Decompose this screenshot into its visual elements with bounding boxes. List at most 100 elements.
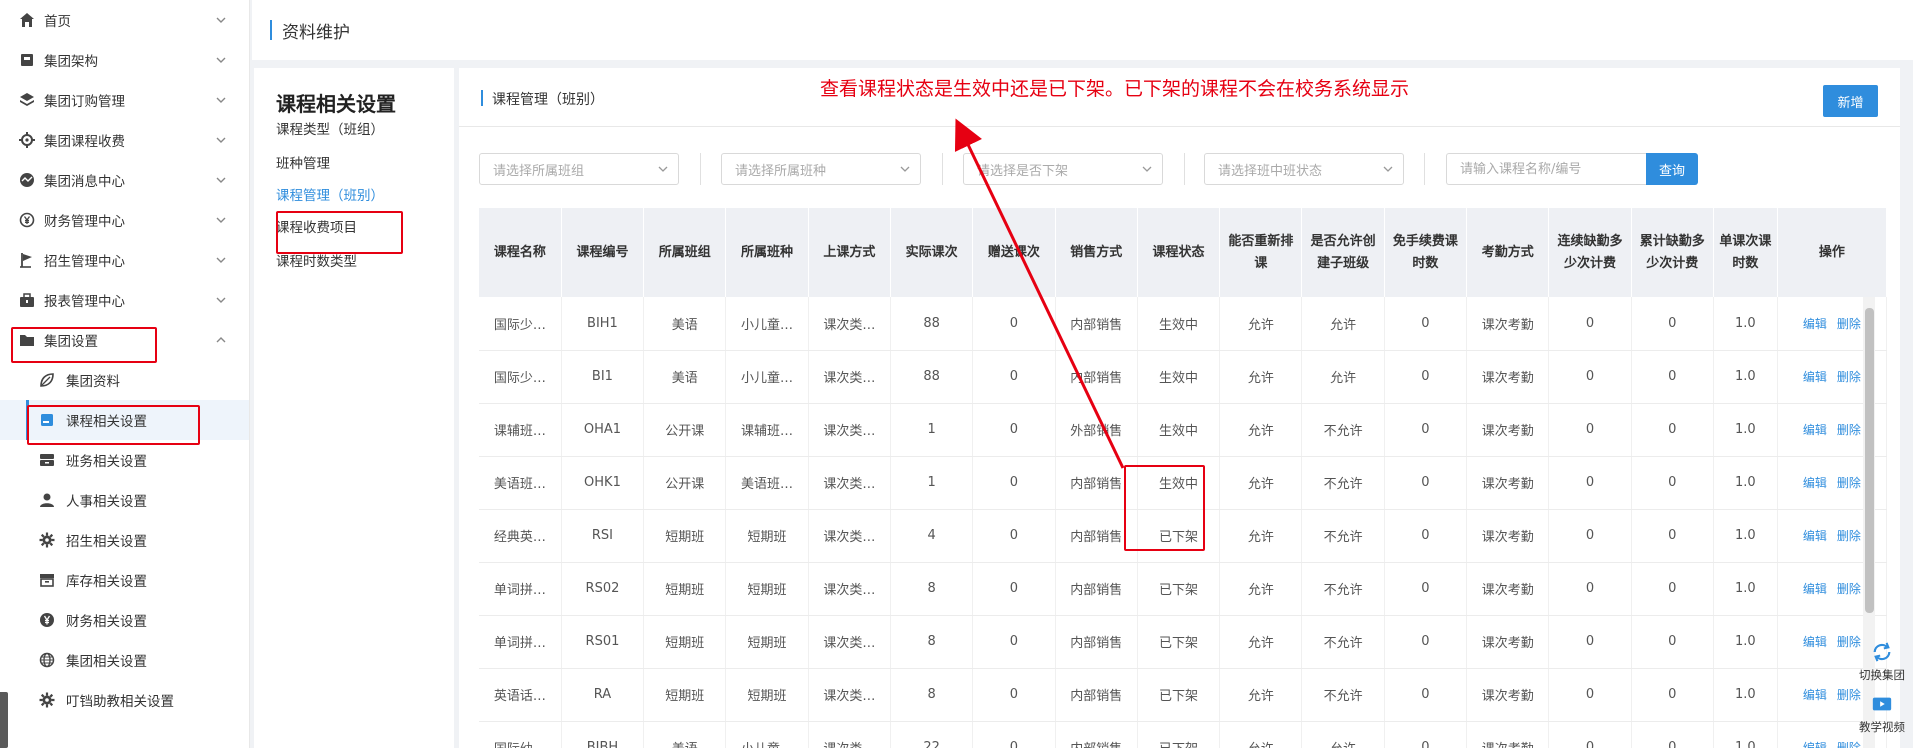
settings-item-course-type[interactable]: 课程类型（班组） [276, 118, 384, 138]
table-cell: 1 [890, 456, 974, 510]
delete-link[interactable]: 删除 [1837, 741, 1861, 748]
delete-link[interactable]: 删除 [1837, 529, 1861, 543]
edit-link[interactable]: 编辑 [1803, 635, 1827, 649]
table-cell: 课次考勤 [1466, 297, 1550, 351]
delete-link[interactable]: 删除 [1837, 317, 1861, 331]
table-cell: 0 [1384, 509, 1468, 563]
table-cell: 0 [1631, 721, 1714, 748]
sidebar-item-8[interactable]: 集团设置 [0, 320, 249, 360]
sidebar-subitem-0[interactable]: 集团资料 [0, 360, 249, 400]
user-icon [38, 491, 56, 509]
column-header: 实际课次 [890, 208, 974, 297]
filter-sub-class-status[interactable]: 请选择班中班状态 [1204, 153, 1404, 185]
edit-link[interactable]: 编辑 [1803, 529, 1827, 543]
table-cell: 短期班 [643, 668, 727, 722]
table-cell: RSI [561, 509, 645, 563]
table-cell: BJBH [561, 721, 645, 748]
table-cell: 已下架 [1137, 562, 1221, 616]
settings-item-class-type[interactable]: 班种管理 [276, 152, 330, 172]
sidebar-item-7[interactable]: 报表管理中心 [0, 280, 249, 320]
column-header: 单课次课时数 [1713, 208, 1778, 297]
table-cell: 不允许 [1301, 456, 1385, 510]
sidebar-item-4[interactable]: 集团消息中心 [0, 160, 249, 200]
column-header: 课程名称 [479, 208, 562, 297]
sidebar-subitem-2[interactable]: 班务相关设置 [0, 440, 249, 480]
sidebar-subitem-8[interactable]: 叮铛助教相关设置 [0, 680, 249, 720]
table-cell: RS01 [561, 615, 645, 669]
table-cell: 生效中 [1137, 350, 1221, 404]
table-row[interactable]: 单词拼… RS01 短期班 短期班 课次类… 8 0 内部销售 已下架 允许 不允许 0 课次考勤 0 0 1… [479, 615, 1887, 669]
table-cell: 不允许 [1301, 403, 1385, 457]
scrollbar-thumb[interactable] [1865, 308, 1874, 613]
sidebar-item-5[interactable]: 财务管理中心 [0, 200, 249, 240]
delete-link[interactable]: 删除 [1837, 423, 1861, 437]
column-header: 能否重新排课 [1219, 208, 1303, 297]
filter-offshelf[interactable]: 请选择是否下架 [963, 153, 1163, 185]
column-header: 连续缺勤多少次计费 [1548, 208, 1632, 297]
settings-item-hour-types[interactable]: 课程时数类型 [276, 250, 357, 270]
switch-group-label: 切换集团 [1859, 668, 1905, 682]
sidebar-item-label: 集团课程收费 [44, 134, 125, 150]
filter-class-group[interactable]: 请选择所属班组 [479, 153, 679, 185]
settings-item-course-management[interactable]: 课程管理（班别） [276, 184, 384, 204]
delete-link[interactable]: 删除 [1837, 370, 1861, 384]
sidebar-item-2[interactable]: 集团订购管理 [0, 80, 249, 120]
leaf-icon [38, 371, 56, 389]
table-cell: 0 [1384, 297, 1468, 351]
edge-handle [0, 692, 8, 748]
table-cell: 内部销售 [1055, 615, 1138, 669]
table-cell: OHK1 [561, 456, 645, 510]
sidebar-item-3[interactable]: 集团课程收费 [0, 120, 249, 160]
edit-link[interactable]: 编辑 [1803, 317, 1827, 331]
sidebar-subitem-3[interactable]: 人事相关设置 [0, 480, 249, 520]
edit-link[interactable]: 编辑 [1803, 476, 1827, 490]
settings-item-fee-items[interactable]: 课程收费项目 [276, 216, 357, 236]
table-body: 国际少… BIH1 美语 小儿童… 课次类… 88 0 内部销售 生效中 允许 允许 0 课次考勤 0 0 1… [479, 297, 1887, 748]
chevron-down-icon [216, 57, 226, 63]
sidebar-subitem-4[interactable]: 招生相关设置 [0, 520, 249, 560]
table-cell: 0 [972, 562, 1056, 616]
table-cell: 允许 [1219, 350, 1303, 404]
delete-link[interactable]: 删除 [1837, 476, 1861, 490]
table-cell: 课次类… [808, 509, 891, 563]
table-cell: 短期班 [643, 615, 727, 669]
edit-link[interactable]: 编辑 [1803, 688, 1827, 702]
edit-link[interactable]: 编辑 [1803, 423, 1827, 437]
settings-menu-panel: 课程相关设置 课程类型（班组） 班种管理 课程管理（班别） 课程收费项目 课程时… [254, 68, 454, 748]
table-row[interactable]: 课辅班… OHA1 公开课 课辅班… 课次类… 1 0 外部销售 生效中 允许 不允许 0 课次考勤 0 0… [479, 403, 1887, 457]
table-row[interactable]: 英语话… RA 短期班 短期班 课次类… 8 0 内部销售 已下架 允许 不允许 0 课次考勤 0 0 1.0… [479, 668, 1887, 722]
table-cell: 8 [890, 615, 974, 669]
switch-group-tool[interactable]: 切换集团 [1854, 641, 1910, 683]
sidebar-item-6[interactable]: 招生管理中心 [0, 240, 249, 280]
sidebar-subitem-6[interactable]: 财务相关设置 [0, 600, 249, 640]
sidebar-subitem-1[interactable]: 课程相关设置 [0, 400, 249, 440]
tutorial-video-label: 教学视频 [1859, 720, 1905, 734]
column-header: 课程状态 [1137, 208, 1221, 297]
table-cell: 课次类… [808, 456, 891, 510]
table-row[interactable]: 单词拼… RS02 短期班 短期班 课次类… 8 0 内部销售 已下架 允许 不允许 0 课次考勤 0 0 1… [479, 562, 1887, 616]
edit-link[interactable]: 编辑 [1803, 741, 1827, 748]
sidebar-item-1[interactable]: 集团架构 [0, 40, 249, 80]
column-header: 赠送课次 [972, 208, 1056, 297]
column-header: 操作 [1777, 208, 1887, 297]
tutorial-video-tool[interactable]: 教学视频 [1854, 693, 1910, 735]
sidebar-item-0[interactable]: 首页 [0, 0, 249, 40]
table-cell: 1.0 [1713, 456, 1778, 510]
sidebar-subitem-label: 班务相关设置 [66, 454, 147, 470]
sidebar-subitem-7[interactable]: 集团相关设置 [0, 640, 249, 680]
filter-class-kind[interactable]: 请选择所属班种 [721, 153, 921, 185]
edit-link[interactable]: 编辑 [1803, 370, 1827, 384]
edit-link[interactable]: 编辑 [1803, 582, 1827, 596]
search-button[interactable]: 查询 [1646, 153, 1698, 185]
delete-link[interactable]: 删除 [1837, 582, 1861, 596]
sidebar-subitem-5[interactable]: 库存相关设置 [0, 560, 249, 600]
table-row[interactable]: 经典英… RSI 短期班 短期班 课次类… 4 0 内部销售 已下架 允许 不允许 0 课次考勤 0 0 1.… [479, 509, 1887, 563]
table-row[interactable]: 国际少… BIH1 美语 小儿童… 课次类… 88 0 内部销售 生效中 允许 允许 0 课次考勤 0 0 1… [479, 297, 1887, 351]
settings-heading: 课程相关设置 [276, 92, 396, 116]
new-button[interactable]: 新增 [1823, 85, 1878, 117]
table-row[interactable]: 美语班… OHK1 公开课 美语班… 课次类… 1 0 内部销售 生效中 允许 不允许 0 课次考勤 0 0… [479, 456, 1887, 510]
table-row[interactable]: 国际幼…BJBH美语小儿童…课次类…220内部销售已下架允许允许0课次考勤001… [479, 721, 1887, 748]
main-panel: 课程管理（班别） 新增 请选择所属班组 请选择所属班种 请选择是否下架 请选择班… [459, 68, 1900, 748]
table-row[interactable]: 国际少… BI1 美语 小儿童… 课次类… 88 0 内部销售 生效中 允许 允许 0 课次考勤 0 0 1.… [479, 350, 1887, 404]
course-search-input[interactable] [1446, 153, 1646, 185]
